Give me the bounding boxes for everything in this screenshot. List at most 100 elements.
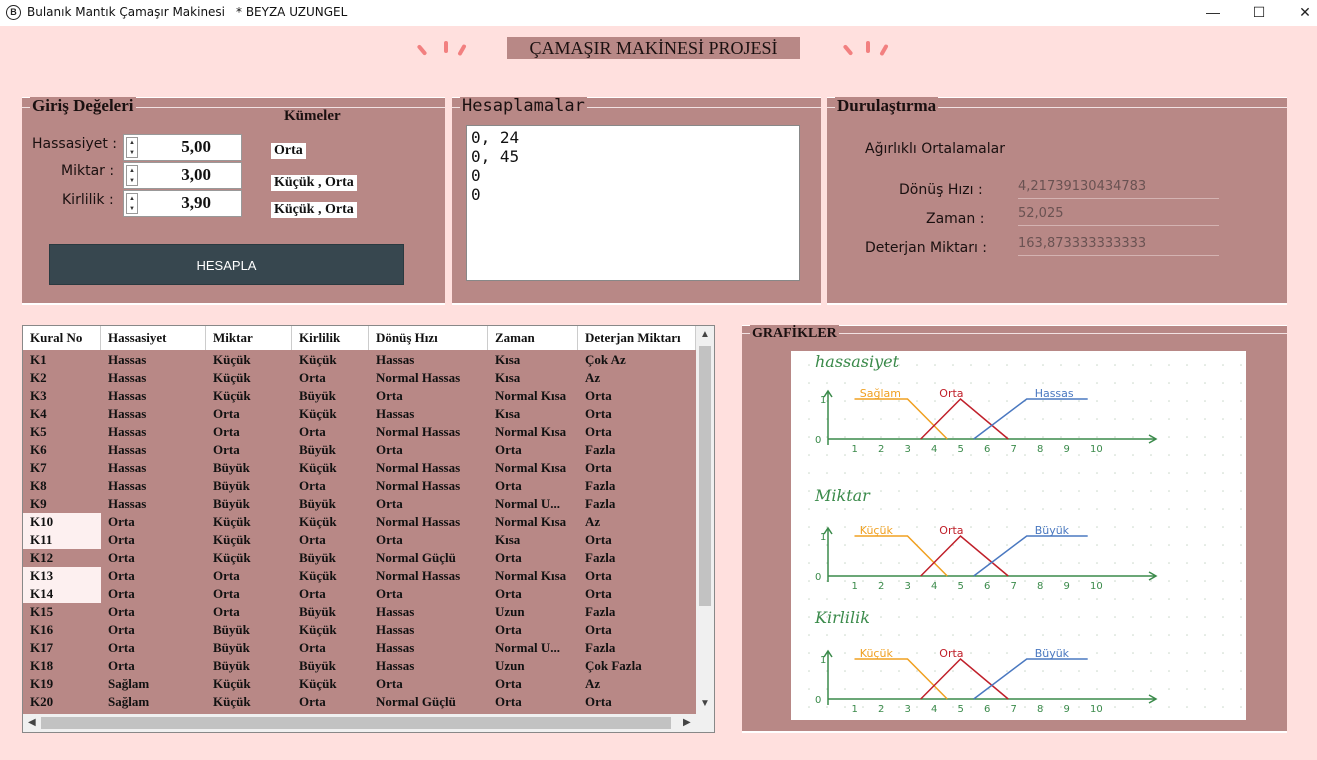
grid-dot [1096, 562, 1098, 564]
grid-dot [1060, 562, 1062, 564]
minimize-button[interactable]: — [1190, 0, 1236, 26]
table-row[interactable]: K12 Orta Küçük Büyük Normal Güçlü Orta Fazla [23, 549, 696, 567]
horizontal-scroll-thumb[interactable] [41, 717, 671, 729]
grid-dot [1078, 382, 1080, 384]
table-cell: Normal Kısa [495, 460, 567, 475]
table-row[interactable]: K7 Hassas Büyük Küçük Normal Hassas Normal Kı… [23, 459, 696, 477]
maximize-button[interactable]: ☐ [1236, 0, 1282, 26]
grid-dot [1150, 382, 1152, 384]
grid-dot [1150, 472, 1152, 474]
table-row[interactable]: K5 Hassas Orta Orta Normal Hassas Normal Kısa… [23, 423, 696, 441]
grid-dot [1222, 436, 1224, 438]
column-header[interactable]: Kural No [23, 326, 101, 350]
grid-dot [1204, 382, 1206, 384]
grid-dot [1006, 616, 1008, 618]
grid-dot [1240, 670, 1242, 672]
table-row[interactable]: K13 Orta Orta Küçük Normal Hassas Normal Kısa… [23, 567, 696, 585]
grid-dot [1096, 670, 1098, 672]
grid-dot [844, 544, 846, 546]
sparkle-icon [842, 44, 854, 56]
sets-title: Kümeler [284, 108, 341, 124]
table-row[interactable]: K3 Hassas Küçük Büyük Orta Normal Kısa Orta [23, 387, 696, 405]
grid-dot [934, 382, 936, 384]
calculations-output[interactable]: 0, 24 0, 45 0 0 [466, 125, 800, 281]
grid-dot [898, 454, 900, 456]
horizontal-scrollbar[interactable]: ◀ ▶ [23, 714, 714, 732]
grid-dot [1042, 364, 1044, 366]
hassasiyet-input[interactable]: ▲ ▼ 5,00 [123, 134, 242, 161]
hassasiyet-value[interactable]: 5,00 [181, 137, 211, 157]
scroll-right-icon[interactable]: ▶ [683, 717, 691, 728]
table-row[interactable]: K20 Sağlam Küçük Orta Normal Güçlü Orta Orta [23, 693, 696, 711]
grid-dot [1222, 580, 1224, 582]
table-row[interactable]: K1 Hassas Küçük Küçük Hassas Kısa Çok Az [23, 351, 696, 369]
column-header[interactable]: Miktar [206, 326, 292, 350]
grid-dot [1096, 634, 1098, 636]
grid-dot [1132, 544, 1134, 546]
time-value[interactable]: 52,025 [1018, 204, 1219, 226]
column-header[interactable]: Dönüş Hızı [369, 326, 488, 350]
scroll-left-icon[interactable]: ◀ [28, 717, 36, 728]
column-header[interactable]: Hassasiyet [101, 326, 206, 350]
grid-dot [970, 580, 972, 582]
grid-dot [1096, 598, 1098, 600]
scroll-up-icon[interactable]: ▲ [700, 329, 710, 340]
table-row[interactable]: K9 Hassas Büyük Büyük Orta Normal U... Fazla [23, 495, 696, 513]
grid-dot [1222, 652, 1224, 654]
table-cell: Büyük [213, 658, 250, 673]
scroll-down-icon[interactable]: ▼ [700, 698, 710, 709]
column-header[interactable]: Deterjan Miktarı [578, 326, 696, 350]
grid-dot [862, 418, 864, 420]
table-row[interactable]: K18 Orta Büyük Büyük Hassas Uzun Çok Fazla [23, 657, 696, 675]
column-header[interactable]: Kirlilik [292, 326, 369, 350]
grid-dot [1222, 634, 1224, 636]
grid-dot [844, 688, 846, 690]
table-row[interactable]: K16 Orta Büyük Küçük Hassas Orta Orta [23, 621, 696, 639]
kirlilik-input[interactable]: ▲ ▼ 3,90 [123, 190, 242, 217]
table-row[interactable]: K14 Orta Orta Orta Orta Orta Orta [23, 585, 696, 603]
grid-dot [1132, 472, 1134, 474]
grid-dot [1096, 688, 1098, 690]
mid-set-line [920, 397, 1009, 440]
high-set-line [973, 398, 1088, 440]
table-row[interactable]: K2 Hassas Küçük Orta Normal Hassas Kısa Az [23, 369, 696, 387]
vertical-scroll-thumb[interactable] [699, 346, 711, 606]
grid-dot [970, 364, 972, 366]
table-row[interactable]: K17 Orta Büyük Orta Hassas Normal U... Fazla [23, 639, 696, 657]
table-row[interactable]: K15 Orta Orta Büyük Hassas Uzun Fazla [23, 603, 696, 621]
vertical-scrollbar[interactable]: ▲ ▼ [696, 326, 714, 714]
table-cell: Küçük [299, 352, 337, 367]
x-tick-label: 2 [878, 444, 884, 455]
grid-dot [862, 472, 864, 474]
grid-dot [1168, 580, 1170, 582]
rules-table[interactable]: Kural No Hassasiyet Miktar Kirlilik Dönüş Hı… [22, 325, 715, 733]
grid-dot [970, 634, 972, 636]
hassasiyet-stepper[interactable]: ▲ ▼ [126, 137, 138, 158]
grid-dot [1114, 526, 1116, 528]
grid-dot [808, 490, 810, 492]
table-row[interactable]: K19 Sağlam Küçük Küçük Orta Orta Az [23, 675, 696, 693]
kirlilik-stepper[interactable]: ▲ ▼ [126, 193, 138, 214]
calculate-button[interactable]: HESAPLA [49, 244, 404, 285]
miktar-input[interactable]: ▲ ▼ 3,00 [123, 162, 242, 189]
grid-dot [1096, 508, 1098, 510]
table-cell: Az [585, 514, 601, 529]
kirlilik-value[interactable]: 3,90 [181, 193, 211, 213]
table-cell: Az [585, 676, 601, 691]
grid-dot [1204, 400, 1206, 402]
grid-dot [1240, 652, 1242, 654]
table-row[interactable]: K10 Orta Küçük Küçük Normal Hassas Normal Kıs… [23, 513, 696, 531]
spin-speed-value[interactable]: 4,21739130434783 [1018, 177, 1219, 199]
table-row[interactable]: K4 Hassas Orta Küçük Hassas Kısa Orta [23, 405, 696, 423]
table-row[interactable]: K11 Orta Küçük Orta Orta Kısa Orta [23, 531, 696, 549]
close-button[interactable]: ✕ [1282, 0, 1317, 26]
miktar-stepper[interactable]: ▲ ▼ [126, 165, 138, 186]
table-row[interactable]: K6 Hassas Orta Büyük Orta Orta Fazla [23, 441, 696, 459]
table-row[interactable]: K8 Hassas Büyük Orta Normal Hassas Orta Fazla [23, 477, 696, 495]
miktar-value[interactable]: 3,00 [181, 165, 211, 185]
table-cell: Hassas [376, 622, 415, 637]
column-header[interactable]: Zaman [488, 326, 578, 350]
low-set-label: Küçük [860, 647, 894, 660]
grid-dot [1024, 544, 1026, 546]
detergent-value[interactable]: 163,873333333333 [1018, 234, 1219, 256]
